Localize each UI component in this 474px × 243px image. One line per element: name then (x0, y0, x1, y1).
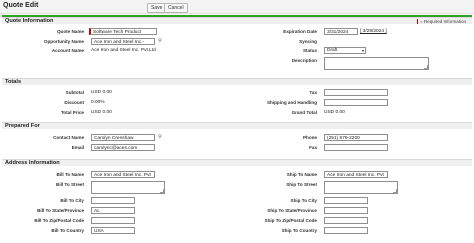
account-name-label: Account Name (51, 48, 84, 53)
section-title: Quote Information (5, 18, 54, 24)
ship-to-street-label: Ship To Street (286, 182, 317, 187)
resize-handle-icon[interactable] (424, 65, 428, 69)
bill-to-city-label: Bill To City (60, 198, 84, 203)
resize-handle-icon[interactable] (393, 189, 397, 193)
fax-label: Fax (309, 145, 317, 150)
ship-to-country-label: Ship To Country (281, 228, 317, 233)
email-label: Email (71, 145, 84, 150)
grand-total-value: USD 0.00 (324, 110, 345, 115)
prepared-for-header: Prepared For (2, 122, 472, 129)
quote-information-header: Quote Information = Required Information (2, 17, 472, 25)
bill-to-country-input[interactable]: USA (91, 227, 135, 234)
quote-name-label: Quote Name (56, 29, 84, 34)
ship-to-city-label: Ship To City (290, 198, 317, 203)
ship-to-street-textarea[interactable] (324, 181, 398, 194)
cancel-button[interactable]: Cancel (164, 3, 188, 13)
status-label: Status (302, 48, 317, 53)
syncing-label: Syncing (299, 39, 317, 44)
quote-name-input[interactable]: Software Tech Product (89, 28, 157, 35)
bill-to-state-label: Bill To State/Province (37, 208, 84, 213)
ship-to-city-input[interactable] (324, 197, 368, 204)
grand-total-label: Grand Total (291, 110, 317, 115)
resize-handle-icon[interactable] (160, 189, 164, 193)
phone-label: Phone (302, 135, 317, 140)
email-input[interactable]: carolync@aces.com (91, 144, 155, 151)
ship-to-state-label: Ship To State/Province (267, 208, 317, 213)
description-label: Description (291, 58, 317, 63)
opportunity-name-input[interactable]: Ace Iron and Steel Inc.- (91, 38, 155, 45)
opportunity-name-label: Opportunity Name (43, 39, 84, 44)
account-name-value: Ace Iron and Steel Inc. Pvt.Ltd (91, 48, 156, 53)
ship-to-name-label: Ship To Name (286, 172, 317, 177)
page-title: Quote Edit (3, 2, 39, 9)
bill-to-country-label: Bill To Country (51, 228, 84, 233)
expiration-date-input[interactable]: 3/31/2024 (324, 28, 358, 35)
ship-to-country-input[interactable] (324, 227, 368, 234)
description-textarea[interactable] (324, 57, 429, 70)
lookup-icon[interactable]: ⚲ (157, 134, 163, 140)
totals-header: Totals (2, 78, 472, 85)
discount-value: 0.00% (91, 100, 105, 105)
contact-name-label: Contact Name (53, 135, 84, 140)
ship-to-zip-input[interactable] (324, 217, 368, 224)
subtotal-value: USD 0.00 (91, 90, 112, 95)
address-information-header: Address Information (2, 159, 472, 166)
bill-to-name-label: Bill To Name (56, 172, 84, 177)
tax-input[interactable] (324, 89, 388, 96)
fax-input[interactable] (324, 144, 388, 151)
bill-to-state-input[interactable]: AL (91, 207, 135, 214)
ship-to-zip-label: Ship To Zip/Postal Code (264, 218, 318, 223)
ship-to-state-input[interactable] (324, 207, 368, 214)
bill-to-street-textarea[interactable] (91, 181, 165, 194)
status-select[interactable]: Draft ▾ (324, 47, 366, 54)
ship-to-name-input[interactable]: Ace Iron and Steel Inc. Pvt (324, 171, 388, 178)
required-info-note: = Required Information (416, 18, 466, 25)
page-header: Quote Edit Save Cancel (0, 0, 474, 14)
today-date-link[interactable]: [ 3/28/2024 ] (360, 29, 387, 34)
bill-to-name-input[interactable]: Ace Iron and Steel Inc. Pvt (91, 171, 155, 178)
phone-input[interactable]: (251) 679-2200 (324, 134, 388, 141)
total-price-label: Total Price (60, 110, 84, 115)
lookup-icon[interactable]: ⚲ (157, 38, 163, 44)
required-indicator-icon (416, 19, 419, 25)
chevron-down-icon: ▾ (361, 48, 364, 53)
contact-name-input[interactable]: Carolyn Crenshaw (91, 134, 155, 141)
bill-to-zip-label: Bill To Zip/Postal Code (34, 218, 84, 223)
shipping-input[interactable] (324, 99, 388, 106)
bill-to-street-label: Bill To Street (56, 182, 84, 187)
shipping-label: Shipping and Handling (266, 100, 317, 105)
tax-label: Tax (309, 90, 317, 95)
subtotal-label: Subtotal (65, 90, 84, 95)
total-price-value: USD 0.00 (91, 110, 112, 115)
bill-to-zip-input[interactable] (91, 217, 135, 224)
bill-to-city-input[interactable] (91, 197, 135, 204)
expiration-date-label: Expiration Date (283, 29, 317, 34)
discount-label: Discount (64, 100, 84, 105)
